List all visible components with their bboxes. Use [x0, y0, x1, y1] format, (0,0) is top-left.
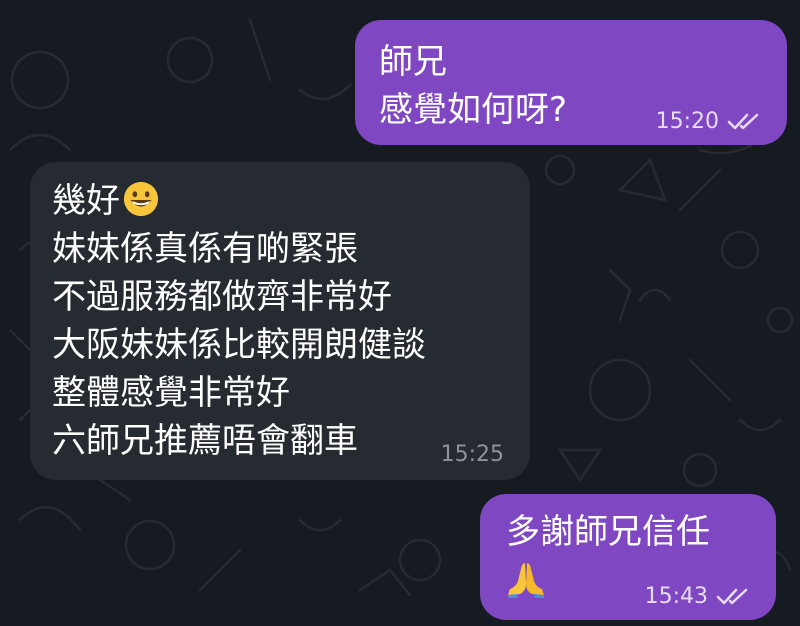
- message-text-line: 整體感覺非常好: [52, 373, 290, 413]
- message-text-line: 不過服務都做齊非常好: [52, 277, 392, 317]
- message-text-line: 幾好: [52, 177, 530, 225]
- message-time: 15:20: [655, 109, 719, 134]
- double-check-icon: [727, 113, 759, 130]
- message-bubble-incoming-1[interactable]: 幾好 妹妹係真係有啲緊張 不過服務都做齊非常好 大阪妹妹係比較開朗健談 整體感覺…: [30, 162, 530, 480]
- message-bubble-outgoing-1[interactable]: 師兄 感覺如何呀? 15:20: [355, 20, 787, 145]
- message-time: 15:43: [644, 584, 708, 609]
- double-check-icon: [716, 588, 748, 605]
- message-text-line: 妹妹係真係有啲緊張: [52, 229, 358, 269]
- grinning-face-emoji-icon: [123, 181, 159, 217]
- message-meta: 15:43: [645, 584, 750, 610]
- message-text-line: 師兄: [379, 42, 447, 82]
- message-time: 15:25: [440, 442, 504, 467]
- message-bubble-outgoing-2[interactable]: 多謝師兄信任 15:43: [480, 494, 776, 620]
- message-text-line-1: 幾好: [52, 181, 120, 221]
- message-meta: 15:20: [656, 109, 761, 135]
- message-meta: 15:25: [441, 442, 504, 468]
- message-text-line: 多謝師兄信任: [506, 512, 710, 552]
- folded-hands-emoji-icon: [508, 563, 544, 598]
- message-text-line: 大阪妹妹係比較開朗健談: [52, 325, 426, 365]
